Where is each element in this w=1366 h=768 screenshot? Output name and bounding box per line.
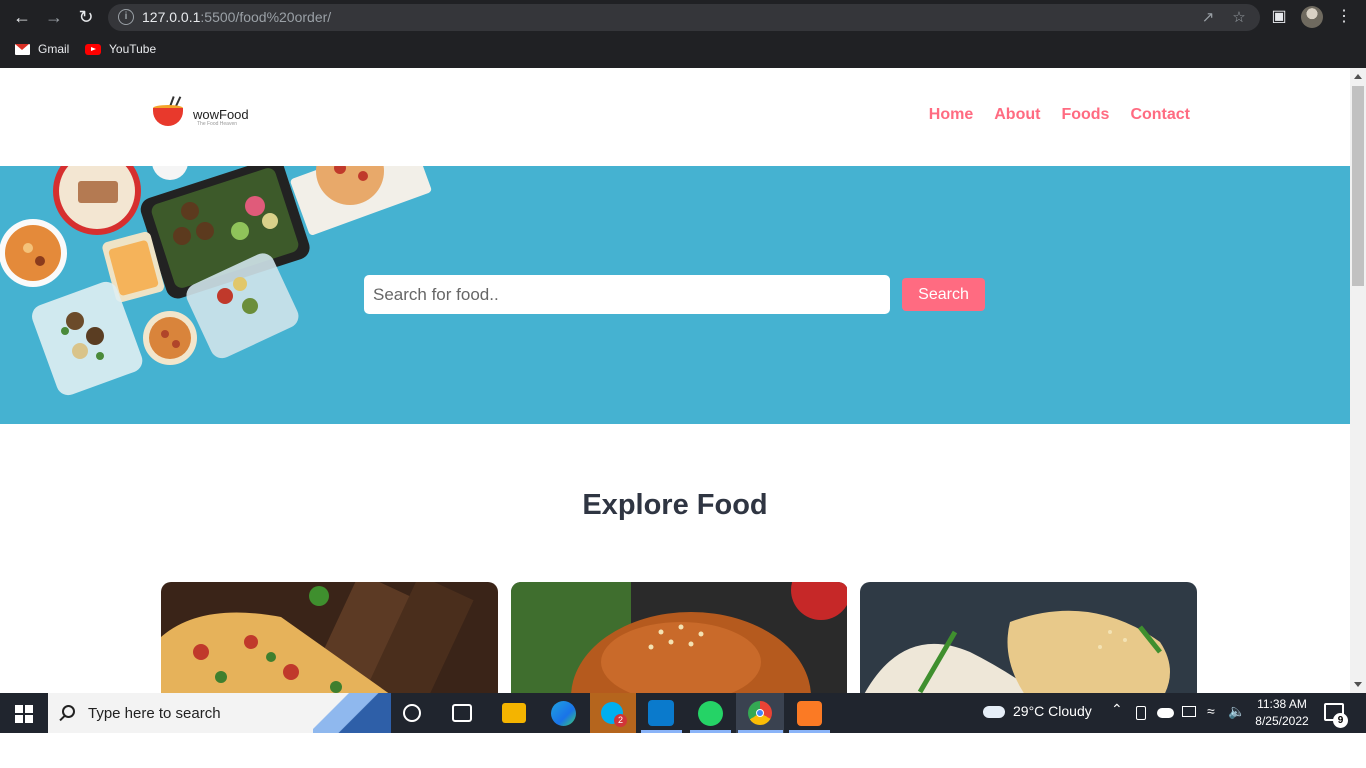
bookmark-gmail[interactable]: Gmail xyxy=(15,41,69,57)
share-icon[interactable]: ↗ xyxy=(1199,9,1217,27)
nav-about[interactable]: About xyxy=(994,106,1040,124)
xampp-icon[interactable] xyxy=(797,701,822,726)
taskbar-search-placeholder: Type here to search xyxy=(88,705,221,722)
nav-foods[interactable]: Foods xyxy=(1061,106,1109,124)
weather-text[interactable]: 29°C Cloudy xyxy=(1013,703,1092,719)
taskbar-search[interactable]: Type here to search xyxy=(48,693,391,733)
bowl-icon xyxy=(153,108,183,126)
dumplings-image xyxy=(860,582,1197,693)
skype-badge: 2 xyxy=(614,714,627,727)
bookmarks-bar: Gmail YouTube xyxy=(0,37,1366,61)
bookmark-label: Gmail xyxy=(38,42,70,56)
address-bar[interactable]: i 127.0.0.1:5500/food%20order/ ↗ ☆ xyxy=(108,4,1260,31)
site-info-icon[interactable]: i xyxy=(118,9,134,25)
side-panel-icon[interactable]: ▣ xyxy=(1268,6,1290,28)
food-search-input[interactable] xyxy=(364,275,890,314)
url-path: :5500/food%20order/ xyxy=(200,9,332,25)
task-view-icon[interactable] xyxy=(452,704,472,722)
search-button[interactable]: Search xyxy=(902,278,985,311)
scroll-down-icon[interactable] xyxy=(1354,682,1362,687)
vscode-icon[interactable] xyxy=(648,700,674,726)
forward-icon[interactable]: → xyxy=(41,5,67,29)
logo-name: wowFood xyxy=(193,107,249,122)
battery-icon[interactable] xyxy=(1182,706,1196,717)
notification-badge: 9 xyxy=(1333,713,1348,728)
food-card-dumplings[interactable] xyxy=(860,582,1197,693)
clock-date: 8/25/2022 xyxy=(1255,714,1309,728)
youtube-icon xyxy=(85,43,101,55)
whatsapp-icon[interactable] xyxy=(698,701,723,726)
cortana-icon[interactable] xyxy=(403,704,421,722)
bookmark-star-icon[interactable]: ☆ xyxy=(1230,9,1248,27)
wifi-icon[interactable]: ≈ xyxy=(1207,703,1215,719)
nav-home[interactable]: Home xyxy=(929,106,973,124)
taskbar-clock[interactable]: 11:38 AM 8/25/2022 xyxy=(1254,696,1310,730)
search-highlight-image xyxy=(313,693,391,733)
volume-icon[interactable]: 🔈 xyxy=(1228,703,1245,720)
address-url[interactable]: 127.0.0.1:5500/food%20order/ xyxy=(142,9,331,25)
nav-contact[interactable]: Contact xyxy=(1130,106,1190,124)
bookmark-label: YouTube xyxy=(109,42,157,56)
screen-bottom-margin xyxy=(0,733,1366,768)
edge-icon[interactable] xyxy=(551,701,576,726)
bookmark-youtube[interactable]: YouTube xyxy=(85,41,156,57)
pizza-image xyxy=(161,582,498,693)
cloud-weather-icon xyxy=(983,706,1005,718)
search-icon xyxy=(62,705,75,718)
windows-taskbar: Type here to search 2 29°C Cloudy ⌃ ≈ 🔈 … xyxy=(0,693,1366,733)
site-logo[interactable]: wowFood The Food Heaven xyxy=(150,94,260,134)
chrome-icon-center xyxy=(756,709,764,717)
profile-avatar[interactable] xyxy=(1301,6,1323,28)
menu-kebab-icon[interactable]: ⋮ xyxy=(1333,6,1355,28)
food-card-pizza[interactable] xyxy=(161,582,498,693)
browser-toolbar: ← → ↻ i 127.0.0.1:5500/food%20order/ ↗ ☆… xyxy=(0,0,1366,35)
back-icon[interactable]: ← xyxy=(9,5,35,29)
hero-search-section: Search xyxy=(0,166,1350,424)
url-host: 127.0.0.1 xyxy=(142,9,201,25)
main-nav: Home About Foods Contact xyxy=(929,106,1190,124)
clock-time: 11:38 AM xyxy=(1257,697,1307,711)
windows-start-icon[interactable] xyxy=(15,705,33,723)
browser-chrome: ← → ↻ i 127.0.0.1:5500/food%20order/ ↗ ☆… xyxy=(0,0,1366,68)
chevron-up-icon[interactable]: ⌃ xyxy=(1111,701,1123,718)
onedrive-icon[interactable] xyxy=(1157,708,1174,718)
burger-image xyxy=(511,582,848,693)
file-explorer-icon[interactable] xyxy=(502,703,526,723)
page-scrollbar[interactable] xyxy=(1350,68,1366,693)
gmail-icon xyxy=(15,43,30,55)
reload-icon[interactable]: ↻ xyxy=(73,5,99,29)
food-card-burger[interactable] xyxy=(511,582,848,693)
explore-food-heading: Explore Food xyxy=(582,489,768,521)
scroll-up-icon[interactable] xyxy=(1354,74,1362,79)
site-header: wowFood The Food Heaven Home About Foods… xyxy=(0,68,1350,166)
meet-now-icon[interactable] xyxy=(1136,706,1146,720)
scrollbar-thumb[interactable] xyxy=(1352,86,1364,286)
page-viewport: wowFood The Food Heaven Home About Foods… xyxy=(0,68,1350,693)
logo-tagline: The Food Heaven xyxy=(197,121,238,127)
